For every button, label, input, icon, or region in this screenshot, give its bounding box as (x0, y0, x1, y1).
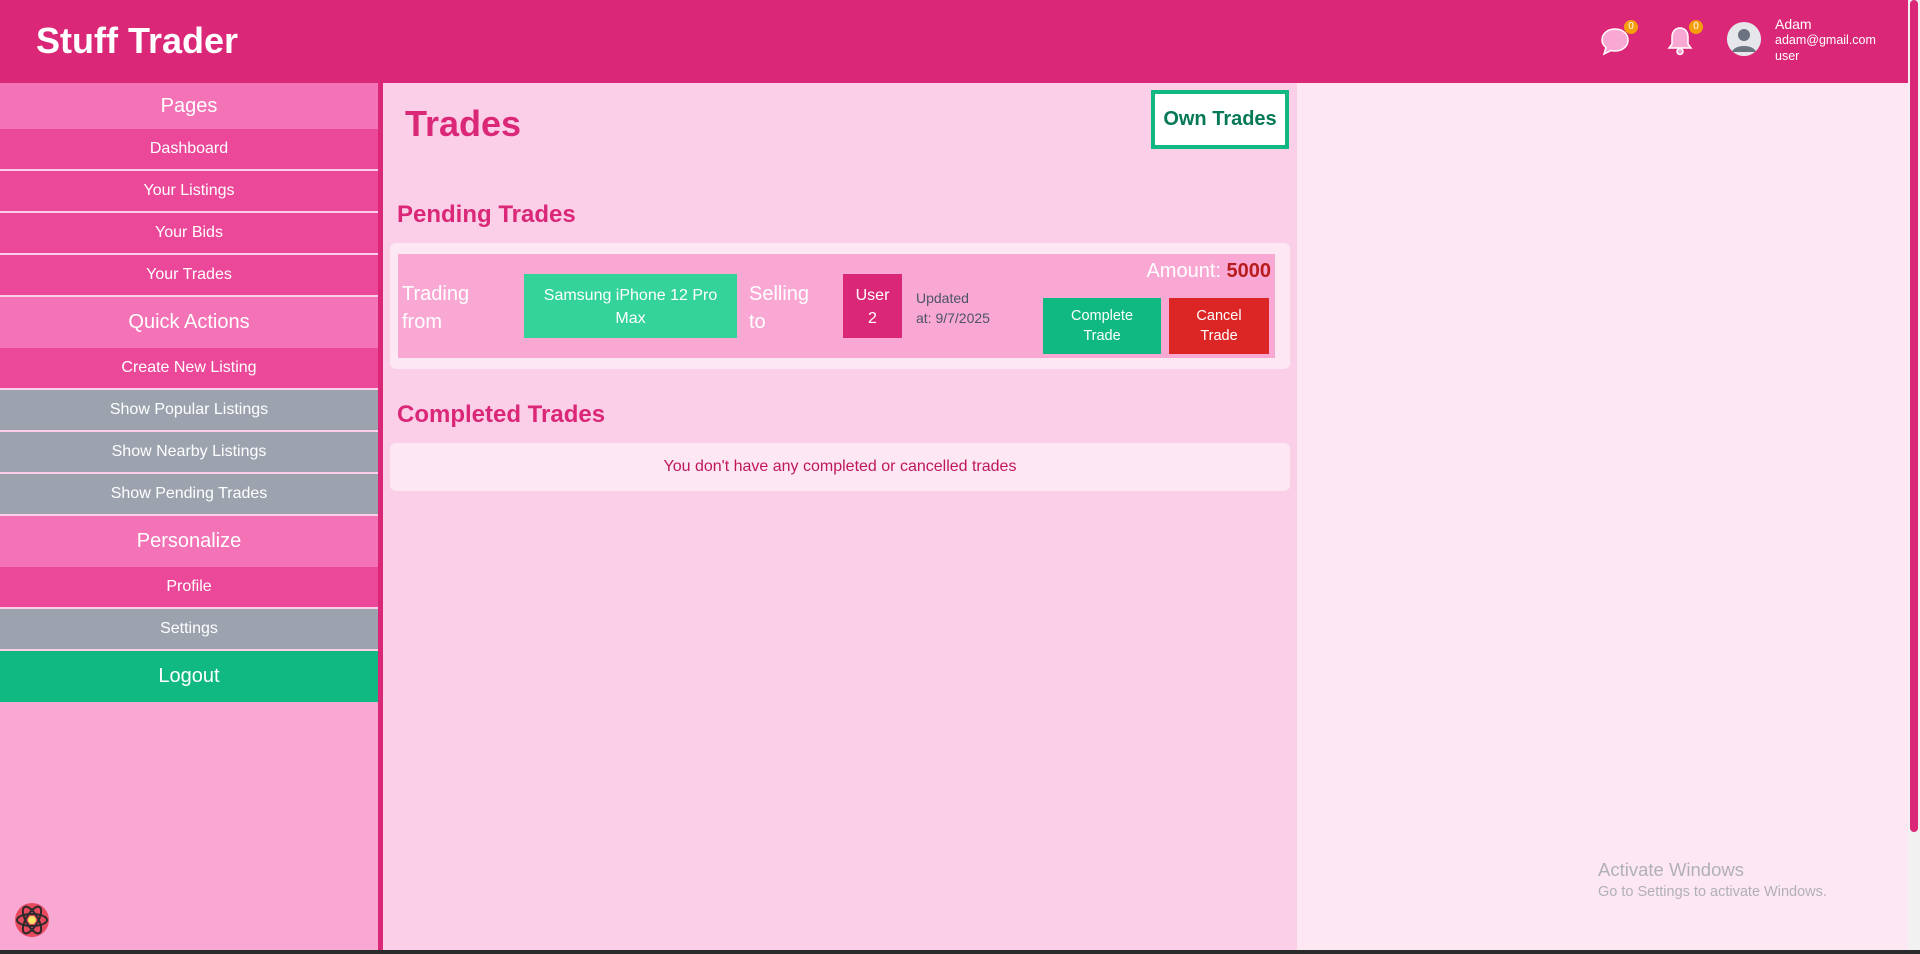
trade-item-line-2: Max (615, 310, 646, 327)
sidebar-item-show-nearby-listings[interactable]: Show Nearby Listings (0, 432, 378, 474)
activate-windows-subtitle: Go to Settings to activate Windows. (1598, 884, 1827, 900)
amount-value: 5000 (1226, 260, 1272, 282)
activate-windows-title: Activate Windows (1598, 859, 1744, 880)
user-name: Adam (1775, 16, 1812, 32)
trading-from-label: Trading from (402, 280, 469, 336)
sidebar-heading-pages: Pages (0, 83, 378, 129)
selling-to-line-1: Selling (749, 283, 810, 305)
trade-user-line-1: User (855, 287, 890, 304)
selling-to-line-2: to (749, 311, 766, 333)
complete-line-2: Trade (1083, 328, 1121, 344)
sidebar-item-settings[interactable]: Settings (0, 609, 378, 651)
top-header: Stuff Trader 0 0 Adam adam@gmail.com use… (0, 0, 1908, 83)
pending-trades-title: Pending Trades (397, 201, 576, 228)
messages-button[interactable]: 0 (1598, 20, 1638, 58)
page-title: Trades (405, 103, 522, 144)
taskbar-edge (0, 950, 1920, 954)
trade-row: Trading from Samsung iPhone 12 Pro Max S… (398, 254, 1275, 358)
complete-line-1: Complete (1070, 308, 1134, 324)
sidebar-heading-quick-actions: Quick Actions (0, 297, 378, 348)
updated-line-1: Updated (916, 290, 969, 306)
completed-trades-empty-message: You don't have any completed or cancelle… (390, 443, 1290, 491)
trade-item-line-1: Samsung iPhone 12 Pro (543, 287, 718, 304)
complete-trade-button[interactable]: Complete Trade (1043, 298, 1161, 354)
page-scrollbar-thumb[interactable] (1910, 0, 1918, 832)
react-devtools-icon[interactable] (12, 900, 52, 940)
amount-label: Amount: (1146, 260, 1221, 282)
main-content: Trades Own Trades Pending Trades Trading… (383, 83, 1297, 954)
trade-user-line-2: 2 (868, 310, 877, 327)
notifications-count-badge: 0 (1689, 20, 1703, 34)
own-trades-button[interactable]: Own Trades (1151, 90, 1289, 149)
updated-line-2: at: 9/7/2025 (916, 310, 990, 326)
notifications-button[interactable]: 0 (1663, 20, 1703, 58)
user-avatar[interactable] (1727, 22, 1761, 56)
sidebar-item-dashboard[interactable]: Dashboard (0, 129, 378, 171)
selling-to-label: Selling to (749, 280, 809, 336)
logout-button[interactable]: Logout (0, 651, 378, 702)
pending-trades-list: Trading from Samsung iPhone 12 Pro Max S… (390, 243, 1290, 369)
sidebar-item-profile[interactable]: Profile (0, 567, 378, 609)
trade-updated-at: Updated at: 9/7/2025 (916, 288, 990, 328)
completed-trades-title: Completed Trades (397, 401, 606, 428)
cancel-line-2: Trade (1200, 328, 1238, 344)
brand-logo-text[interactable]: Stuff Trader (36, 20, 238, 62)
user-avatar-icon (1727, 22, 1761, 56)
messages-count-badge: 0 (1624, 20, 1638, 34)
user-info[interactable]: Adam adam@gmail.com user (1775, 16, 1876, 64)
sidebar-item-your-listings[interactable]: Your Listings (0, 171, 378, 213)
trading-from-line-2: from (402, 311, 442, 333)
trade-item-chip[interactable]: Samsung iPhone 12 Pro Max (524, 274, 737, 338)
sidebar-heading-personalize: Personalize (0, 516, 378, 567)
sidebar-item-show-pending-trades[interactable]: Show Pending Trades (0, 474, 378, 516)
trade-user-chip[interactable]: User 2 (843, 274, 902, 338)
sidebar-item-show-popular-listings[interactable]: Show Popular Listings (0, 390, 378, 432)
sidebar-item-create-new-listing[interactable]: Create New Listing (0, 348, 378, 390)
sidebar: Pages Dashboard Your Listings Your Bids … (0, 83, 378, 954)
trading-from-line-1: Trading (402, 283, 470, 305)
cancel-trade-button[interactable]: Cancel Trade (1169, 298, 1269, 354)
cancel-line-1: Cancel (1196, 308, 1242, 324)
trade-amount: Amount: 5000 (1146, 260, 1271, 283)
user-role: user (1775, 49, 1800, 63)
user-email: adam@gmail.com (1775, 33, 1876, 47)
sidebar-item-your-trades[interactable]: Your Trades (0, 255, 378, 297)
sidebar-item-your-bids[interactable]: Your Bids (0, 213, 378, 255)
